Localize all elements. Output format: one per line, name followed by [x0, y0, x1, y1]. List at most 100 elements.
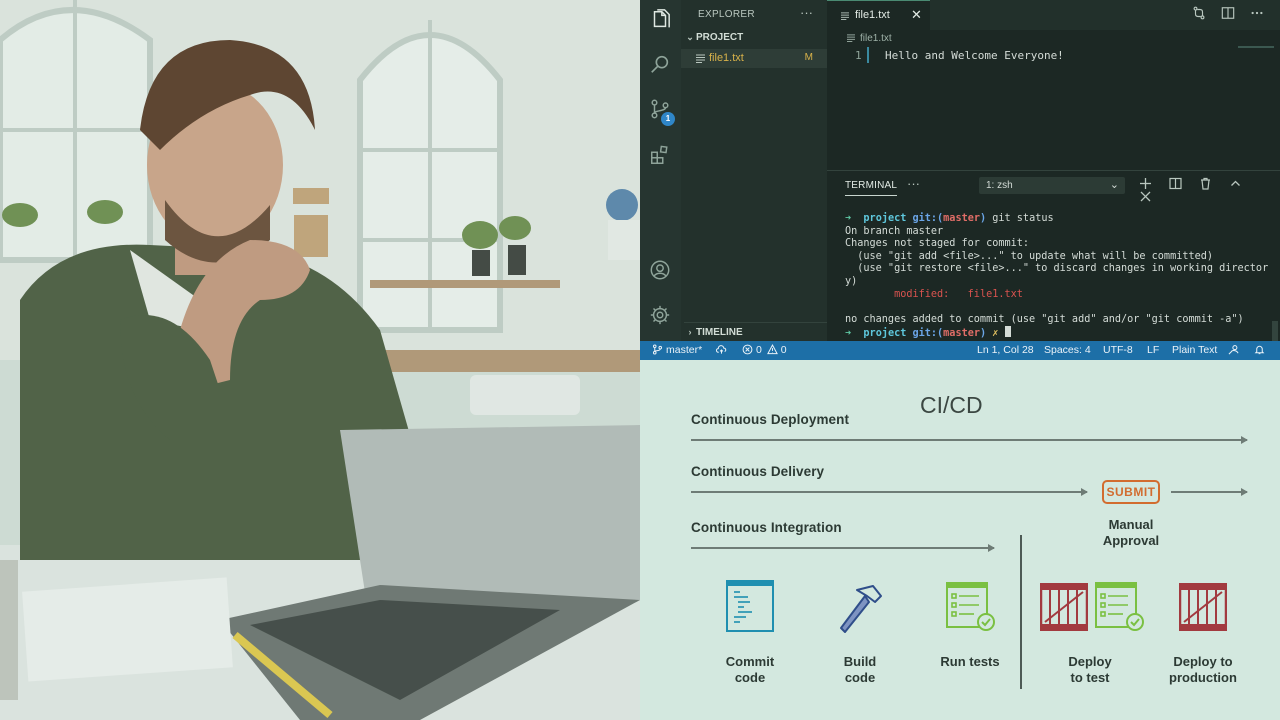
prompt-git: git:(	[912, 328, 944, 340]
checklist-icon	[946, 582, 995, 631]
status-bar: master* 0 0 Ln 1, Col 28 Spaces: 4 UTF-8…	[640, 341, 1280, 360]
search-icon[interactable]	[649, 53, 671, 75]
tab-file1[interactable]: file1.txt ✕	[827, 0, 930, 30]
modified-label: modified:	[845, 288, 968, 300]
terminal-shell-value: 1: zsh	[986, 180, 1013, 191]
cursor-position[interactable]: Ln 1, Col 28	[977, 344, 1034, 356]
close-icon[interactable]: ✕	[911, 7, 922, 23]
explorer-sidebar: EXPLORER ··· ⌄ PROJECT file1.txt M › TIMEL…	[681, 0, 827, 341]
lane-arrow-integration	[691, 544, 995, 552]
feedback-icon[interactable]	[1228, 344, 1242, 356]
prompt-dir: project	[863, 328, 907, 340]
minimap[interactable]	[1238, 46, 1274, 48]
branch-status[interactable]: master*	[652, 344, 702, 356]
editor-tab-bar: file1.txt ✕	[827, 0, 1280, 30]
branch-name: master*	[666, 344, 703, 356]
timeline-section-header[interactable]: › TIMELINE	[684, 322, 827, 340]
chevron-down-icon: ⌄	[1109, 179, 1119, 191]
step-label-line: Build	[843, 654, 877, 669]
terminal-line: y)	[845, 275, 858, 287]
new-terminal-icon[interactable]	[1139, 177, 1152, 190]
encoding-status[interactable]: UTF-8	[1103, 344, 1133, 356]
modified-file: file1.txt	[967, 288, 1023, 300]
trash-icon[interactable]	[1199, 177, 1212, 190]
file-modified-status: M	[804, 52, 813, 63]
account-icon[interactable]	[649, 259, 671, 281]
file-item-file1[interactable]: file1.txt M	[681, 49, 827, 68]
step-label-line: Deploy to	[1173, 654, 1233, 669]
breadcrumb[interactable]: file1.txt	[847, 33, 892, 44]
terminal-output[interactable]: ➜ project git:( master) git status On bran…	[845, 213, 1275, 341]
submit-badge: SUBMIT	[1102, 480, 1160, 504]
indentation-status[interactable]: Spaces: 4	[1044, 344, 1091, 356]
terminal-panel: TERMINAL ··· 1: zsh ⌄ ➜ project git:(mas…	[827, 170, 1280, 341]
code-line-1[interactable]: Hello and Welcome Everyone!	[885, 49, 1064, 62]
prompt-branch: master	[943, 213, 980, 224]
terminal-line: On branch master	[845, 225, 944, 237]
open-changes-icon[interactable]	[1192, 6, 1206, 20]
error-count: 0	[756, 344, 762, 356]
terminal-line: (use "git restore <file>..." to discard …	[845, 263, 1269, 275]
tab-terminal[interactable]: TERMINAL	[845, 180, 898, 196]
sync-status[interactable]	[716, 344, 730, 356]
step-label-deploy-production: Deploy to production	[1148, 654, 1258, 686]
notifications-bell-icon[interactable]	[1254, 344, 1268, 356]
step-label-line: Commit	[725, 654, 775, 669]
extensions-icon[interactable]	[649, 144, 671, 166]
dirty-mark: ✗	[992, 328, 999, 340]
timeline-section-label: TIMELINE	[696, 327, 743, 338]
step-label-deploy-test: Deploy to test	[1035, 654, 1145, 686]
terminal-command: git status	[992, 213, 1054, 224]
step-label-line: Run tests	[940, 654, 1000, 669]
language-mode[interactable]: Plain Text	[1172, 344, 1217, 356]
prompt-git-close: )	[979, 213, 987, 224]
line-number: 1	[855, 49, 862, 62]
explorer-more-actions[interactable]: ···	[800, 5, 813, 20]
diagram-title: CI/CD	[920, 392, 983, 418]
terminal-line-prompt: ➜ project git:(master) ✗	[845, 326, 1275, 341]
panel-more-actions[interactable]: ···	[907, 176, 920, 191]
text-file-icon	[696, 54, 705, 63]
prompt-dir: project	[863, 213, 907, 224]
editor-group: file1.txt ✕ file1.txt 1 Hello and Welcom…	[827, 0, 1280, 170]
lane-label-deployment: Continuous Deployment	[691, 412, 850, 427]
terminal-line: (use "git add <file>..." to update what …	[845, 250, 1214, 262]
step-label-line: to test	[1070, 670, 1110, 685]
lane-arrow-delivery-after	[1171, 488, 1248, 496]
step-label-line: code	[844, 670, 876, 685]
lane-label-integration: Continuous Integration	[691, 520, 842, 535]
hammer-icon	[840, 585, 882, 633]
terminal-line: Changes not staged for commit:	[845, 238, 1030, 250]
split-editor-icon[interactable]	[1221, 6, 1235, 20]
chevron-down-icon: ⌄	[686, 32, 694, 42]
prompt-git-close: )	[979, 328, 987, 340]
text-file-icon	[841, 12, 849, 20]
approval-line-1: Manual	[1108, 517, 1154, 532]
more-actions-icon[interactable]	[1250, 6, 1264, 20]
lane-arrow-delivery	[691, 488, 1088, 496]
project-section-header[interactable]: ⌄ PROJECT	[684, 32, 827, 48]
modified-line-indicator	[867, 47, 869, 63]
maximize-panel-chevron-up-icon[interactable]	[1229, 177, 1242, 190]
feedback-person-icon	[1228, 344, 1239, 355]
step-label-commit: Commit code	[695, 654, 805, 686]
terminal-shell-select[interactable]: 1: zsh ⌄	[979, 177, 1125, 194]
eol-status[interactable]: LF	[1147, 344, 1159, 356]
step-label-line: Deploy	[1068, 654, 1112, 669]
terminal-scrollbar[interactable]	[1272, 321, 1278, 341]
split-terminal-icon[interactable]	[1169, 177, 1182, 190]
step-label-tests: Run tests	[915, 654, 1025, 670]
explorer-files-icon[interactable]	[649, 9, 671, 31]
settings-gear-icon[interactable]	[649, 304, 671, 326]
terminal-line: no changes added to commit (use "git add…	[845, 313, 1244, 325]
file-item-label: file1.txt	[709, 52, 744, 64]
activity-bar: 1	[640, 0, 681, 341]
lane-label-delivery: Continuous Delivery	[691, 464, 825, 479]
problems-status[interactable]: 0 0	[742, 344, 787, 356]
prompt-arrow: ➜	[845, 328, 852, 340]
close-panel-icon[interactable]	[1139, 190, 1152, 203]
tab-label: file1.txt	[855, 9, 890, 21]
step-label-build: Build code	[805, 654, 915, 686]
warning-count: 0	[780, 344, 787, 356]
